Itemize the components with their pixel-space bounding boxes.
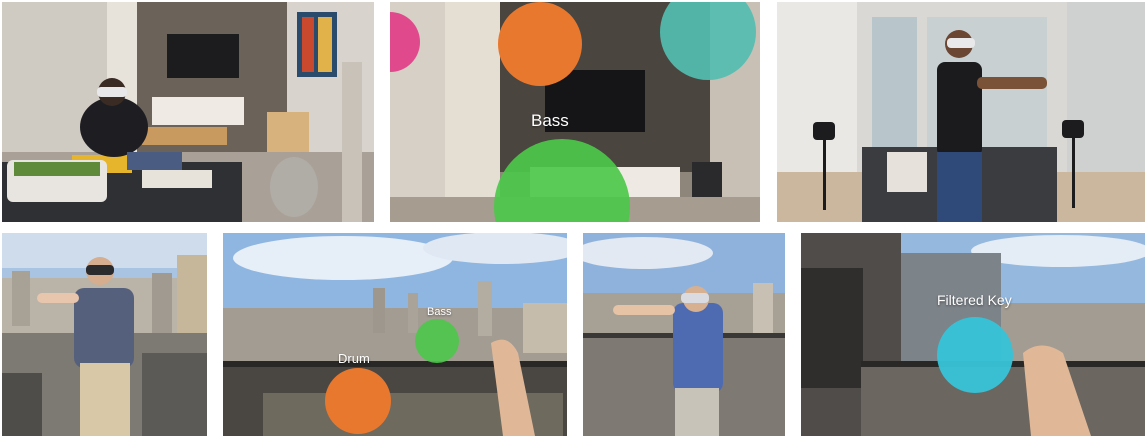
headset bbox=[947, 38, 975, 48]
passthrough-scene bbox=[390, 2, 760, 222]
green-ball bbox=[415, 319, 459, 363]
rooftop-woman-scene bbox=[2, 233, 207, 436]
left-speaker bbox=[813, 122, 835, 140]
photo-city-drum-bass: Bass Drum bbox=[223, 233, 567, 436]
woman-shirt bbox=[673, 303, 723, 393]
photo-passthrough-bass-ball: Bass bbox=[390, 2, 760, 222]
photo-woman-balcony bbox=[583, 233, 785, 436]
photo-living-room-man-couch bbox=[2, 2, 374, 222]
photo-man-room-speakers bbox=[777, 2, 1145, 222]
headset bbox=[681, 293, 709, 303]
drum-label: Drum bbox=[338, 351, 370, 366]
filtered-key-label: Filtered Key bbox=[937, 292, 1012, 308]
city-drum-bass-scene bbox=[223, 233, 567, 436]
balcony-filtered-key-scene bbox=[801, 233, 1145, 436]
orange-ball bbox=[325, 368, 391, 434]
headset bbox=[97, 87, 127, 97]
man-torso bbox=[80, 97, 148, 157]
bass-label: Bass bbox=[531, 111, 569, 130]
headset bbox=[86, 265, 114, 275]
tv-stand bbox=[152, 97, 244, 125]
living-room-scene bbox=[2, 2, 374, 222]
room-speakers-scene bbox=[777, 2, 1145, 222]
photo-balcony-filtered-key: Filtered Key bbox=[801, 233, 1145, 436]
woman-shirt bbox=[74, 288, 134, 368]
cyan-ball bbox=[937, 317, 1013, 393]
photo-woman-rooftop bbox=[2, 233, 207, 436]
glass-door bbox=[872, 17, 917, 152]
man-torso bbox=[937, 62, 982, 157]
coffee-table bbox=[142, 127, 227, 145]
tv bbox=[167, 34, 239, 78]
bass-label: Bass bbox=[427, 306, 452, 318]
right-speaker bbox=[1062, 120, 1084, 138]
orange-ball bbox=[498, 2, 582, 86]
balcony-woman-scene bbox=[583, 233, 785, 436]
